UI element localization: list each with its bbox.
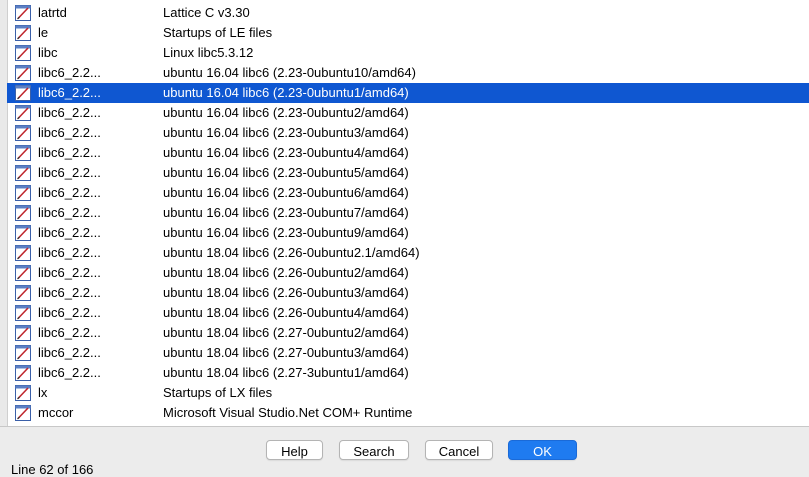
item-name: libc6_2.2... [38, 65, 101, 80]
item-description: ubuntu 18.04 libc6 (2.26-0ubuntu2.1/amd6… [163, 245, 420, 260]
signature-file-icon [15, 305, 31, 321]
list-item[interactable]: libc6_2.2... ubuntu 16.04 libc6 (2.23-0ub… [7, 83, 809, 103]
item-name: libc6_2.2... [38, 225, 101, 240]
signature-file-icon [15, 365, 31, 381]
item-name: libc6_2.2... [38, 305, 101, 320]
list-item[interactable]: libc6_2.2... ubuntu 18.04 libc6 (2.26-0ub… [7, 303, 809, 323]
list-item[interactable]: libc6_2.2... ubuntu 18.04 libc6 (2.26-0ub… [7, 243, 809, 263]
item-description: ubuntu 18.04 libc6 (2.27-3ubuntu1/amd64) [163, 365, 409, 380]
signature-file-icon [15, 345, 31, 361]
list-item[interactable]: lx Startups of LX files [7, 383, 809, 403]
help-button[interactable]: Help [266, 440, 323, 460]
signature-file-icon [15, 325, 31, 341]
item-name: lx [38, 385, 48, 400]
list-item[interactable]: libc6_2.2... ubuntu 16.04 libc6 (2.23-0ub… [7, 163, 809, 183]
signature-file-icon [15, 205, 31, 221]
search-button[interactable]: Search [339, 440, 409, 460]
signature-file-icon [15, 225, 31, 241]
signature-file-icon [15, 25, 31, 41]
signature-rows: latrtd Lattice C v3.30 le Startups of LE fi… [7, 3, 809, 423]
list-item[interactable]: libc6_2.2... ubuntu 18.04 libc6 (2.27-0ub… [7, 323, 809, 343]
signature-file-icon [15, 265, 31, 281]
item-description: Startups of LE files [163, 25, 273, 40]
signature-file-icon [15, 245, 31, 261]
signature-file-icon [15, 285, 31, 301]
item-name: libc6_2.2... [38, 85, 101, 100]
signature-file-icon [15, 185, 31, 201]
item-description: ubuntu 16.04 libc6 (2.23-0ubuntu3/amd64) [163, 125, 409, 140]
item-name: libc6_2.2... [38, 325, 101, 340]
item-name: libc [38, 45, 58, 60]
item-description: ubuntu 18.04 libc6 (2.26-0ubuntu3/amd64) [163, 285, 409, 300]
signature-file-icon [15, 145, 31, 161]
item-description: Microsoft Visual Studio.Net COM+ Runtime [163, 405, 413, 420]
list-item[interactable]: libc6_2.2... ubuntu 16.04 libc6 (2.23-0ub… [7, 63, 809, 83]
item-description: ubuntu 16.04 libc6 (2.23-0ubuntu5/amd64) [163, 165, 409, 180]
signature-file-icon [15, 125, 31, 141]
signature-list[interactable]: latrtd Lattice C v3.30 le Startups of LE fi… [0, 0, 809, 427]
list-item[interactable]: libc6_2.2... ubuntu 16.04 libc6 (2.23-0ub… [7, 183, 809, 203]
item-description: ubuntu 18.04 libc6 (2.27-0ubuntu2/amd64) [163, 325, 409, 340]
item-name: libc6_2.2... [38, 205, 101, 220]
item-name: libc6_2.2... [38, 125, 101, 140]
item-description: ubuntu 16.04 libc6 (2.23-0ubuntu2/amd64) [163, 105, 409, 120]
signature-file-icon [15, 405, 31, 421]
item-description: ubuntu 16.04 libc6 (2.23-0ubuntu1/amd64) [163, 85, 409, 100]
signature-file-icon [15, 165, 31, 181]
signature-file-icon [15, 105, 31, 121]
item-name: le [38, 25, 49, 40]
item-name: libc6_2.2... [38, 345, 101, 360]
signature-file-icon [15, 385, 31, 401]
list-item[interactable]: le Startups of LE files [7, 23, 809, 43]
item-description: ubuntu 16.04 libc6 (2.23-0ubuntu6/amd64) [163, 185, 409, 200]
status-line: Line 62 of 166 [11, 462, 94, 477]
list-item[interactable]: libc6_2.2... ubuntu 16.04 libc6 (2.23-0ub… [7, 223, 809, 243]
item-description: ubuntu 18.04 libc6 (2.27-0ubuntu3/amd64) [163, 345, 409, 360]
list-item[interactable]: libc6_2.2... ubuntu 18.04 libc6 (2.26-0ub… [7, 263, 809, 283]
item-description: ubuntu 16.04 libc6 (2.23-0ubuntu4/amd64) [163, 145, 409, 160]
item-name: libc6_2.2... [38, 265, 101, 280]
item-name: libc6_2.2... [38, 165, 101, 180]
list-item[interactable]: libc6_2.2... ubuntu 16.04 libc6 (2.23-0ub… [7, 203, 809, 223]
cancel-button[interactable]: Cancel [425, 440, 493, 460]
item-description: ubuntu 16.04 libc6 (2.23-0ubuntu9/amd64) [163, 225, 409, 240]
signature-file-icon [15, 5, 31, 21]
item-description: Lattice C v3.30 [163, 5, 250, 20]
signature-file-icon [15, 45, 31, 61]
signature-file-icon [15, 65, 31, 81]
item-name: libc6_2.2... [38, 285, 101, 300]
list-item[interactable]: latrtd Lattice C v3.30 [7, 3, 809, 23]
list-item[interactable]: libc6_2.2... ubuntu 18.04 libc6 (2.27-3ub… [7, 363, 809, 383]
list-item[interactable]: libc6_2.2... ubuntu 16.04 libc6 (2.23-0ub… [7, 103, 809, 123]
item-name: mccor [38, 405, 74, 420]
item-description: ubuntu 18.04 libc6 (2.26-0ubuntu2/amd64) [163, 265, 409, 280]
item-description: ubuntu 16.04 libc6 (2.23-0ubuntu10/amd64… [163, 65, 416, 80]
item-description: Linux libc5.3.12 [163, 45, 254, 60]
signature-file-icon [15, 85, 31, 101]
item-name: libc6_2.2... [38, 185, 101, 200]
list-item[interactable]: libc6_2.2... ubuntu 16.04 libc6 (2.23-0ub… [7, 143, 809, 163]
item-name: libc6_2.2... [38, 145, 101, 160]
ok-button[interactable]: OK [508, 440, 577, 460]
list-item[interactable]: libc6_2.2... ubuntu 18.04 libc6 (2.27-0ub… [7, 343, 809, 363]
list-item[interactable]: mccor Microsoft Visual Studio.Net COM+ Ru… [7, 403, 809, 423]
item-description: ubuntu 16.04 libc6 (2.23-0ubuntu7/amd64) [163, 205, 409, 220]
list-item[interactable]: libc6_2.2... ubuntu 18.04 libc6 (2.26-0ub… [7, 283, 809, 303]
list-item[interactable]: libc Linux libc5.3.12 [7, 43, 809, 63]
list-item[interactable]: libc6_2.2... ubuntu 16.04 libc6 (2.23-0ub… [7, 123, 809, 143]
item-name: latrtd [38, 5, 67, 20]
item-description: ubuntu 18.04 libc6 (2.26-0ubuntu4/amd64) [163, 305, 409, 320]
item-name: libc6_2.2... [38, 245, 101, 260]
item-name: libc6_2.2... [38, 105, 101, 120]
item-name: libc6_2.2... [38, 365, 101, 380]
item-description: Startups of LX files [163, 385, 273, 400]
